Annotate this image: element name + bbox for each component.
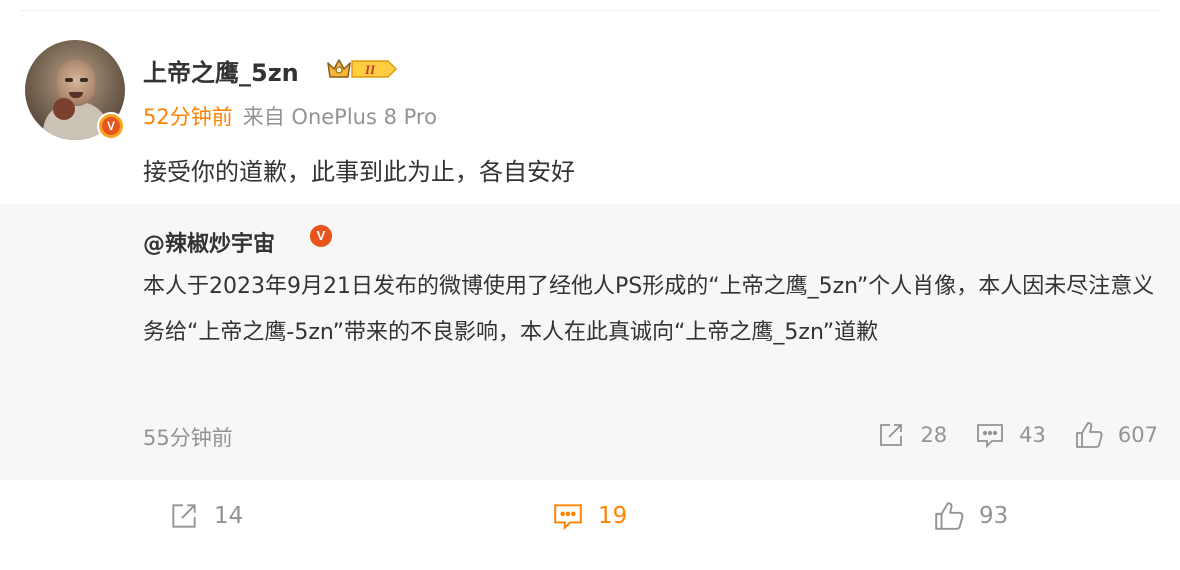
avatar[interactable]: V	[25, 40, 125, 140]
repost-card[interactable]: @辣椒炒宇宙 V 本人于2023年9月21日发布的微博使用了经他人PS形成的“上…	[0, 204, 1180, 480]
comment-icon	[977, 424, 1004, 449]
comment-count: 19	[598, 503, 628, 529]
share-icon	[880, 424, 903, 446]
post-meta: 52分钟前 来自 OnePlus 8 Pro	[143, 101, 437, 131]
share-button[interactable]: 14	[168, 500, 243, 532]
like-count: 93	[979, 503, 1009, 529]
verified-badge-icon: V	[97, 112, 125, 140]
top-divider	[20, 10, 1160, 11]
repost-actions: 28 43 607	[876, 420, 1158, 450]
share-count: 14	[214, 503, 244, 529]
repost-like-count: 607	[1117, 423, 1158, 447]
repost-comment-button[interactable]: 43	[975, 420, 1046, 450]
repost-text: 本人于2023年9月21日发布的微博使用了经他人PS形成的“上帝之鹰_5zn”个…	[143, 274, 1155, 345]
post-source: 来自 OnePlus 8 Pro	[242, 105, 437, 129]
repost-like-button[interactable]: 607	[1074, 420, 1158, 450]
thumbs-up-icon	[935, 502, 964, 530]
comment-button[interactable]: 19	[552, 500, 627, 532]
repost-share-button[interactable]: 28	[876, 420, 947, 450]
repost-verified-badge-icon: V	[310, 225, 332, 247]
repost-time[interactable]: 55分钟前	[143, 422, 233, 452]
share-icon	[172, 504, 196, 528]
repost-username[interactable]: @辣椒炒宇宙	[143, 226, 275, 258]
level-badge-label: II	[364, 62, 376, 77]
comment-icon	[554, 504, 582, 531]
like-button[interactable]: 93	[933, 500, 1008, 532]
repost-comment-count: 43	[1019, 423, 1046, 447]
thumbs-up-icon	[1076, 422, 1103, 448]
post-time[interactable]: 52分钟前	[143, 105, 233, 129]
post-username[interactable]: 上帝之鹰_5zn	[143, 53, 299, 88]
post-content: 接受你的道歉，此事到此为止，各自安好	[143, 158, 575, 186]
vip-crown-icon[interactable]: II	[326, 55, 398, 87]
post-action-bar: 14 19 93	[0, 500, 1180, 540]
repost-share-count: 28	[920, 423, 948, 447]
